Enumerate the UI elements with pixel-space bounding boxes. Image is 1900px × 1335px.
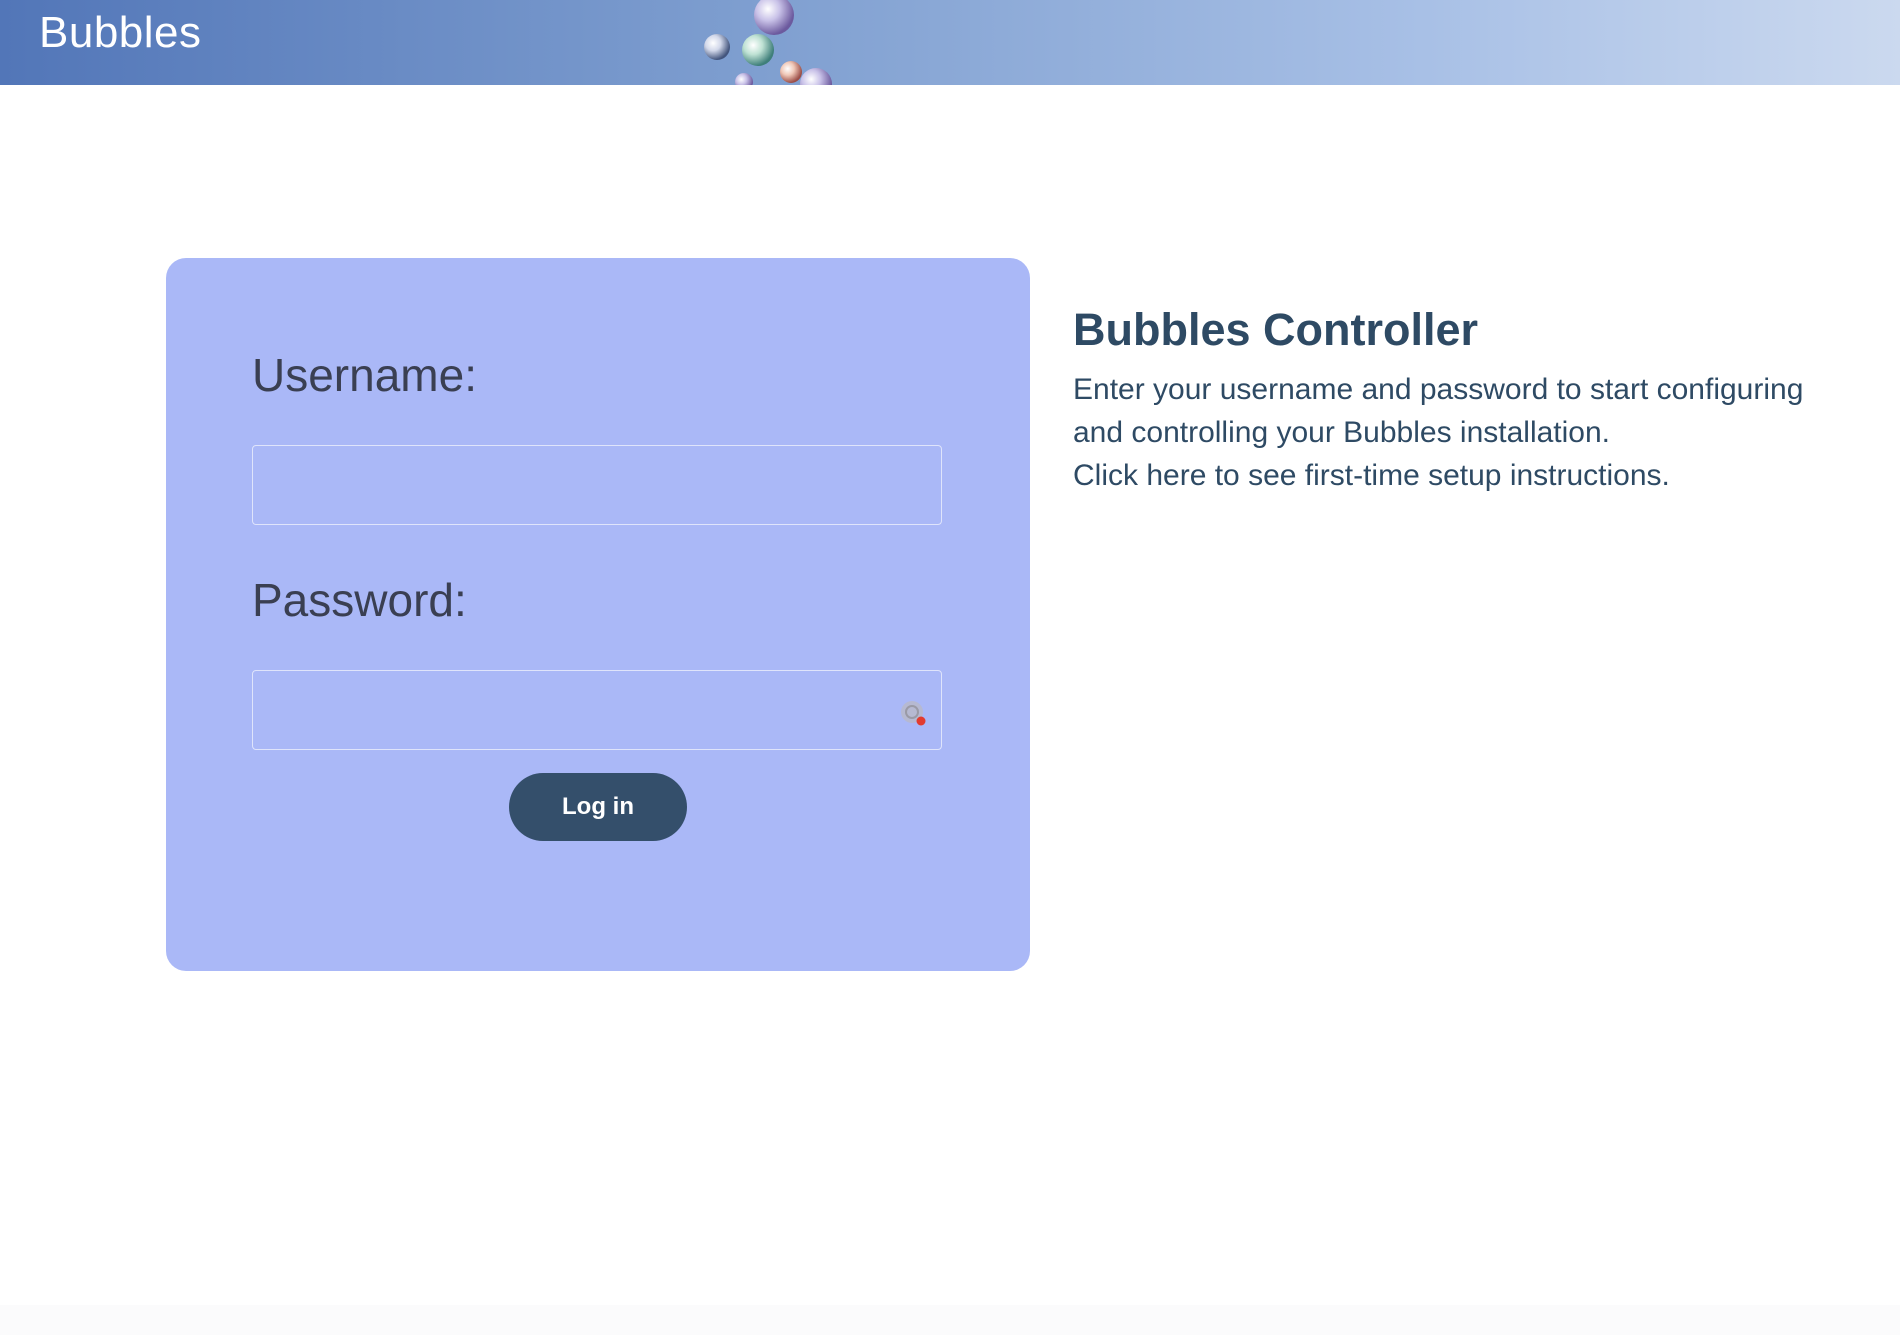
bubbles-logo-art <box>704 0 832 85</box>
username-label: Username: <box>252 349 477 401</box>
login-button[interactable]: Log in <box>509 773 687 841</box>
header-bar: Bubbles <box>0 0 1900 85</box>
login-card: Username: Password: Log in <box>166 258 1030 971</box>
footer-strip <box>0 1305 1900 1335</box>
bubble <box>800 68 832 85</box>
bubble <box>754 0 794 35</box>
bubble <box>780 61 802 83</box>
username-input[interactable] <box>252 445 942 525</box>
info-description: Enter your username and password to star… <box>1073 373 1804 449</box>
info-title: Bubbles Controller <box>1073 304 1479 355</box>
brand-title: Bubbles <box>39 8 202 57</box>
password-input[interactable] <box>252 670 942 750</box>
setup-instructions-link[interactable]: Click here to see first-time setup instr… <box>1073 454 1853 497</box>
key-icon[interactable] <box>898 698 928 728</box>
info-panel: Bubbles Controller Enter your username a… <box>1073 300 1853 497</box>
bubble <box>735 73 753 85</box>
bubble <box>704 34 730 60</box>
bubble <box>742 34 774 66</box>
password-label: Password: <box>252 574 467 626</box>
